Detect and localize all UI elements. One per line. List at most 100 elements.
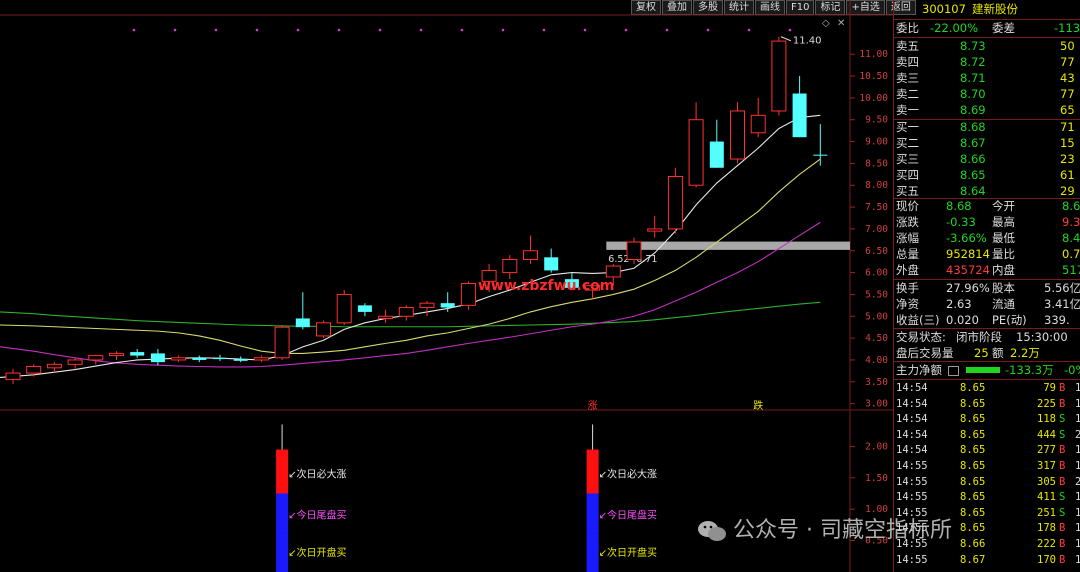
quote-row: 现价 8.68 今开 8.6 xyxy=(894,198,1080,215)
quote-label2: 内盘 xyxy=(992,263,1015,277)
tick-vol: 225 xyxy=(1037,397,1056,410)
main-net-pct: -0% xyxy=(1064,363,1080,377)
after-hours-row: 盘后交易量 25 额 2.2万 xyxy=(894,345,1080,362)
quote-panel: 300107 建新股份 委比 -22.00% 委差 -113 卖五 8.73 50 卖… xyxy=(893,0,1080,572)
candle-body xyxy=(357,305,372,312)
candle-body xyxy=(626,241,642,260)
tick-side: B xyxy=(1059,553,1066,566)
sell-price: 8.73 xyxy=(960,39,986,53)
main-net-row: 主力净额 -133.3万 -0% xyxy=(894,362,1080,379)
candle-body xyxy=(253,357,269,361)
candle-body xyxy=(398,307,414,317)
tick-cnt: 1 xyxy=(1075,460,1080,472)
top-dot xyxy=(255,28,259,32)
quote-value: 435724 xyxy=(946,263,990,277)
candle-body xyxy=(730,110,745,160)
top-dot xyxy=(583,28,587,32)
fund-label: 换手 xyxy=(896,281,919,295)
buy-label: 买三 xyxy=(896,152,919,166)
sell-vol: 43 xyxy=(1060,71,1075,85)
quote-row: 涨幅 -3.66% 最低 8.4 xyxy=(894,230,1080,247)
candle-body xyxy=(336,293,352,324)
tick-cnt: 1 xyxy=(1075,538,1080,550)
fund-row: 收益(三) 0.020 PE(动) 339. xyxy=(894,312,1080,329)
top-dot xyxy=(624,28,628,32)
tick-vol: 170 xyxy=(1037,553,1056,566)
candle-body xyxy=(667,176,683,230)
signal-bar xyxy=(586,493,599,534)
kline-chart[interactable]: 11.00 10.50 10.00 9.50 9.00 8.50 8.00 7.50 7.00 6… xyxy=(0,0,893,572)
tick-vol: 178 xyxy=(1037,522,1056,535)
signal-label: ↙次日开盘买 xyxy=(599,546,657,559)
tick-row: 14:54 8.65 277 B 1 xyxy=(894,443,1080,459)
close-icon: ✕ xyxy=(837,18,845,29)
tick-price: 8.65 xyxy=(960,506,986,519)
quote-value: 8.68 xyxy=(946,199,972,213)
tick-vol: 79 xyxy=(1043,382,1056,394)
signal-label: ↙次日开盘买 xyxy=(288,546,346,559)
trade-status-time: 15:30:00 xyxy=(1016,330,1068,344)
quote-label2: 今开 xyxy=(992,199,1015,213)
quote-value: -3.66% xyxy=(946,231,987,245)
weicha-label: 委差 xyxy=(992,21,1015,35)
price-axis-label: 10.50 xyxy=(859,71,888,82)
price-axis-label: 7.00 xyxy=(865,224,888,235)
tick-cnt: 1 xyxy=(1075,506,1080,519)
signal-label: ↙次日必大涨 xyxy=(599,468,657,481)
price-axis-label: 8.00 xyxy=(865,180,888,191)
tick-side: S xyxy=(1059,428,1066,441)
candle-body xyxy=(419,302,435,309)
buy-vol: 23 xyxy=(1060,152,1075,166)
tick-time: 14:54 xyxy=(896,428,928,441)
sell-row: 卖二 8.70 77 xyxy=(894,86,1080,103)
tick-price: 8.65 xyxy=(960,397,986,410)
candle-body xyxy=(130,352,145,356)
tick-cnt: 1 xyxy=(1075,522,1080,535)
tick-price: 8.67 xyxy=(960,553,986,566)
candle-body xyxy=(192,357,207,360)
sell-label: 卖一 xyxy=(896,103,919,117)
tick-price: 8.65 xyxy=(960,522,986,535)
buy-label: 买四 xyxy=(896,168,919,182)
ma-mid-line xyxy=(0,158,821,354)
signal-bar xyxy=(276,449,289,494)
top-dot xyxy=(337,28,341,32)
weibi-value: -22.00% xyxy=(930,21,978,35)
candle-body xyxy=(274,326,290,359)
tick-vol: 444 xyxy=(1037,428,1056,441)
top-dot xyxy=(542,28,546,32)
signal-bar xyxy=(586,533,599,572)
top-dot xyxy=(173,28,177,32)
after-hours-amount: 2.2万 xyxy=(1010,346,1040,360)
signal-marker: 跌 xyxy=(753,399,763,412)
tick-cnt: 2 xyxy=(1075,428,1080,441)
quote-value: 952814 xyxy=(946,247,990,261)
watermark-text: 公众号 · 司藏空指标所 xyxy=(733,518,952,543)
signal-label: ↙今日尾盘买 xyxy=(288,508,346,521)
sell-price: 8.70 xyxy=(960,87,986,101)
fund-row: 净资 2.63 流通 3.41亿 xyxy=(894,296,1080,313)
tick-vol: 411 xyxy=(1037,491,1056,504)
sell-price: 8.71 xyxy=(960,71,986,85)
buy-label: 买二 xyxy=(896,136,919,150)
tick-side: B xyxy=(1059,538,1066,550)
main-net-bar xyxy=(966,367,1000,373)
buy-vol: 15 xyxy=(1060,136,1075,150)
tick-row: 14:55 8.65 305 B 2 xyxy=(894,475,1080,491)
fund-value2: 339. xyxy=(1044,313,1070,327)
tick-row: 14:54 8.65 118 S 1 xyxy=(894,412,1080,428)
trade-status-label: 交易状态: xyxy=(896,330,946,344)
tick-cnt: 2 xyxy=(1075,475,1080,488)
tick-cnt: 1 xyxy=(1075,413,1080,426)
quote-label: 涨跌 xyxy=(896,215,919,229)
sell-vol: 65 xyxy=(1060,103,1075,117)
sell-price: 8.69 xyxy=(960,103,986,117)
fund-value: 2.63 xyxy=(946,297,972,311)
candle-body xyxy=(813,154,828,156)
price-axis-label: 3.00 xyxy=(865,399,888,410)
stock-code: 300107 xyxy=(922,2,966,16)
candle-body xyxy=(792,93,807,138)
quote-label2: 最低 xyxy=(992,231,1015,245)
main-net-icon[interactable] xyxy=(948,366,959,376)
tick-side: S xyxy=(1059,491,1066,504)
